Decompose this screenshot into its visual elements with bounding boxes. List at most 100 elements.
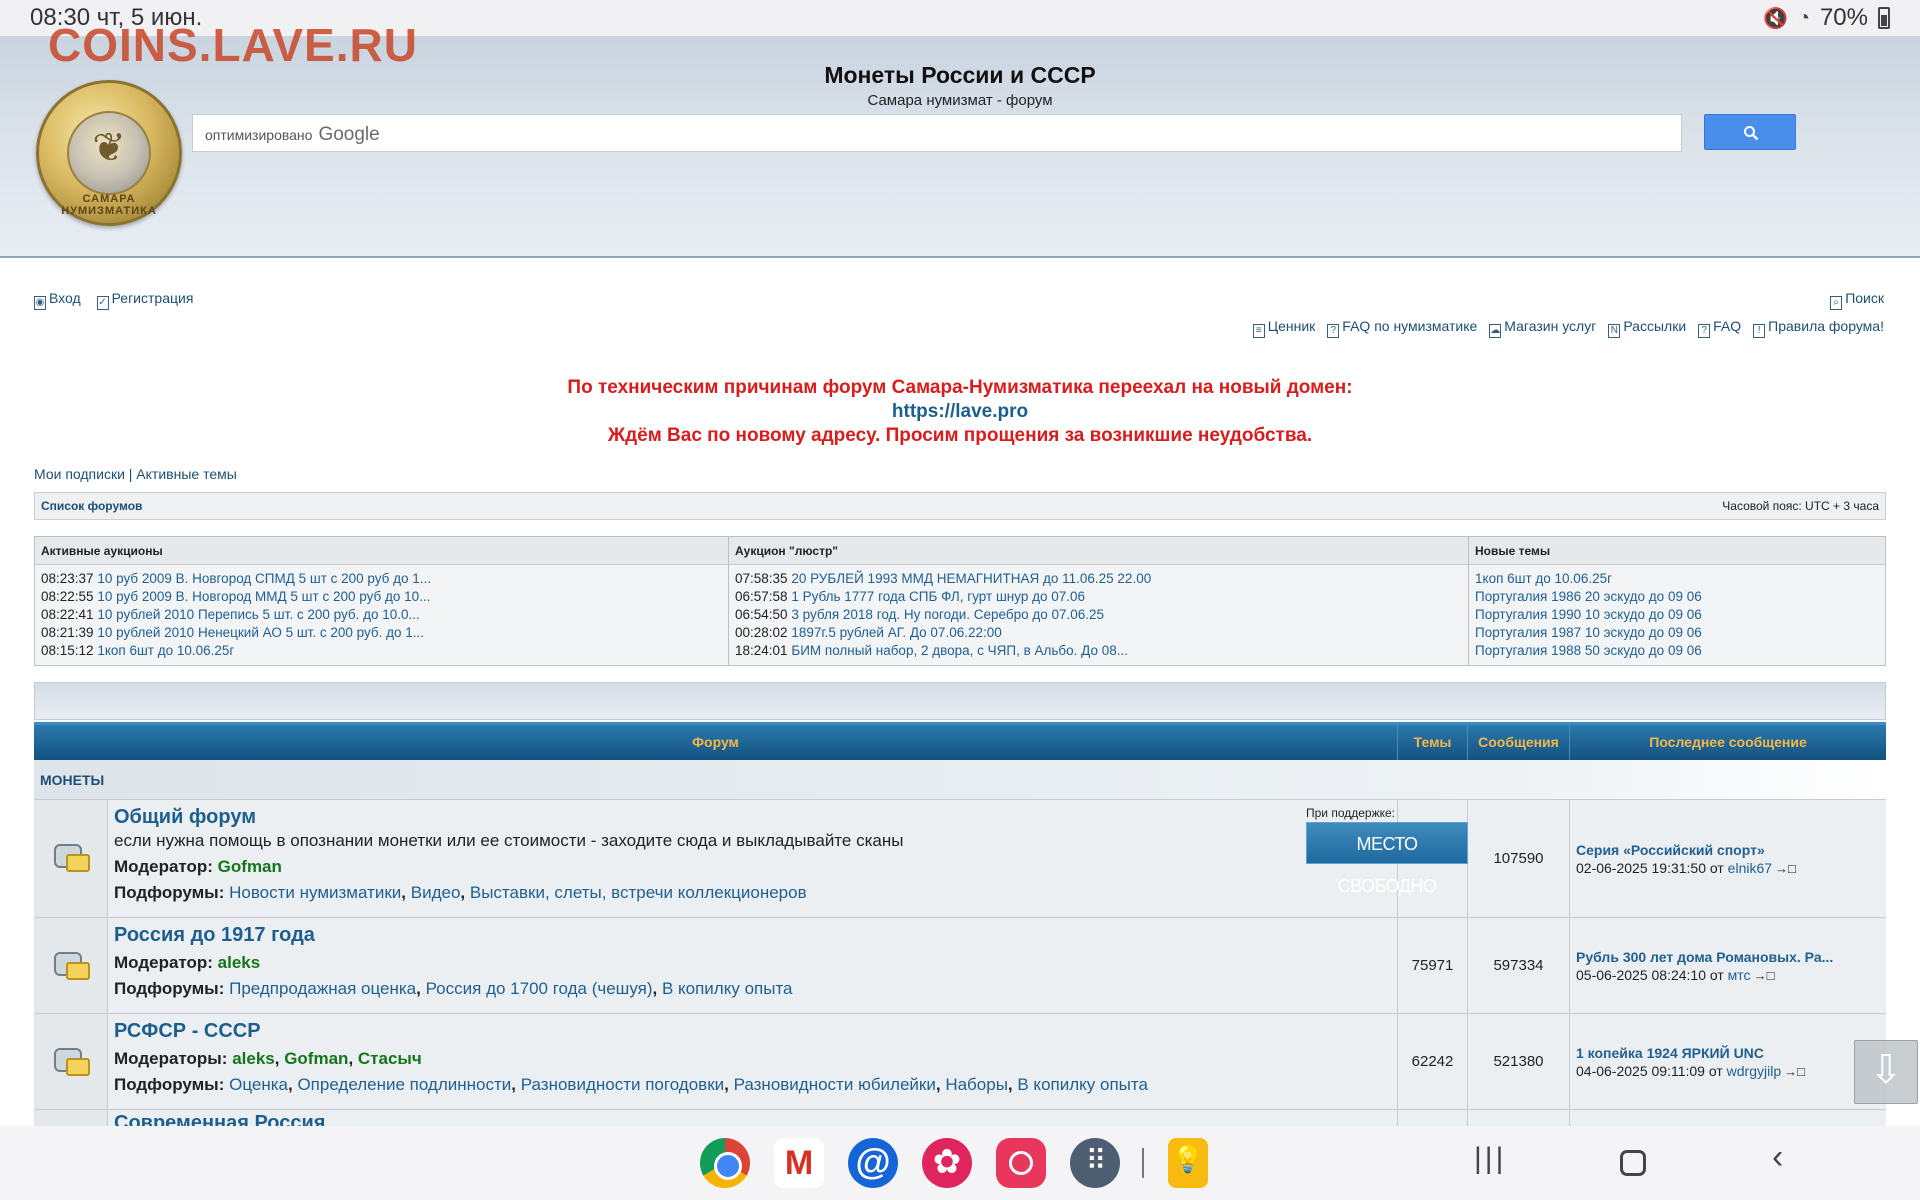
scroll-down-button[interactable]: ⇩ [1854, 1040, 1918, 1104]
auction-link[interactable]: 10 рублей 2010 Ненецкий АО 5 шт. с 200 р… [97, 625, 424, 640]
last-post: Серия «Российский спорт» 02-06-2025 19:3… [1570, 800, 1886, 917]
auction-link[interactable]: БИМ полный набор, 2 двора, с ЧЯП, в Альб… [791, 643, 1128, 658]
last-post-user[interactable]: wdrgyjilp [1727, 1063, 1781, 1079]
login-link[interactable]: ◉ Вход [34, 290, 81, 310]
auction-time: 08:15:12 [41, 643, 94, 658]
topic-link[interactable]: 1коп 6шт до 10.06.25г [1475, 571, 1612, 586]
forum-folder-icon [54, 842, 92, 874]
last-post: Рубль 300 лет дома Романовых. Ра... 05-0… [1570, 918, 1886, 1013]
auction-time: 08:22:41 [41, 607, 94, 622]
forum-title[interactable]: Россия до 1917 года [114, 924, 1391, 947]
arrow-down-icon: ⇩ [1869, 1048, 1903, 1092]
subforum-link[interactable]: Выставки, слеты, встречи коллекционеров [470, 883, 807, 902]
posts-count: 597334 [1468, 918, 1570, 1013]
category-row: МОНЕТЫ [34, 760, 1886, 800]
auction-row: 00:28:02 1897г.5 рублей АГ. До 07.06.22:… [735, 624, 1462, 642]
auction-link[interactable]: 10 рублей 2010 Перепись 5 шт. с 200 руб.… [97, 607, 419, 622]
auctions-panel: Активные аукционы 08:23:37 10 руб 2009 В… [34, 536, 1886, 666]
ad-banner[interactable]: МЕСТО СВОБОДНО [1306, 822, 1468, 896]
auction-link[interactable]: 3 рубля 2018 год. Ну погоди. Серебро до … [791, 607, 1104, 622]
battery-percent: 70% [1819, 4, 1868, 31]
keep-app-icon[interactable]: 💡 [1168, 1138, 1208, 1188]
subforum-link[interactable]: Разновидности погодовки [521, 1075, 724, 1094]
rules-link[interactable]: ! Правила форума! [1753, 318, 1884, 338]
topic-link[interactable]: Португалия 1986 20 эскудо до 09 06 [1475, 589, 1702, 604]
auction-time: 18:24:01 [735, 643, 788, 658]
moderator-link[interactable]: aleks [232, 1049, 275, 1068]
category-title[interactable]: МОНЕТЫ [40, 772, 104, 788]
subforum-link[interactable]: Наборы [945, 1075, 1008, 1094]
breadcrumb: Список форумов Часовой пояс: UTC + 3 час… [34, 492, 1886, 520]
auction-link[interactable]: 1897г.5 рублей АГ. До 07.06.22:00 [791, 625, 1001, 640]
home-button[interactable] [1620, 1150, 1646, 1176]
last-post-user[interactable]: elnik67 [1728, 860, 1772, 876]
last-post-link[interactable]: Рубль 300 лет дома Романовых. Ра... [1576, 949, 1880, 965]
auction-row: 08:23:37 10 руб 2009 В. Новгород СПМД 5 … [41, 570, 722, 588]
forum-row: Россия до 1917 года Модератор: aleks Под… [34, 918, 1886, 1014]
gallery-app-icon[interactable]: ✿ [922, 1138, 972, 1188]
recent-apps-button[interactable]: ||| [1474, 1142, 1506, 1176]
luster-auctions: Аукцион "люстр" 07:58:35 20 РУБЛЕЙ 1993 … [729, 537, 1469, 665]
auction-row: Португалия 1988 50 эскудо до 09 06 [1475, 642, 1879, 660]
register-link[interactable]: ✓ Регистрация [96, 290, 193, 310]
back-button[interactable]: ‹ [1772, 1138, 1783, 1177]
topics-count: 62242 [1398, 1014, 1468, 1109]
google-search-input[interactable]: оптимизировано Google [192, 114, 1682, 152]
last-post-link[interactable]: 1 копейка 1924 ЯРКИЙ UNC [1576, 1045, 1880, 1061]
shop-link[interactable]: ☁ Магазин услуг [1489, 318, 1596, 338]
last-post-user[interactable]: мтс [1728, 967, 1751, 983]
mail-app-icon[interactable]: @ [848, 1138, 898, 1188]
forum-title[interactable]: Общий форум [114, 806, 1391, 829]
subforum-link[interactable]: Оценка [229, 1075, 288, 1094]
subforum-link[interactable]: Видео [411, 883, 461, 902]
auction-row: 06:54:50 3 рубля 2018 год. Ну погоди. Се… [735, 606, 1462, 624]
auction-row: Португалия 1987 10 эскудо до 09 06 [1475, 624, 1879, 642]
subforum-link[interactable]: В копилку опыта [1017, 1075, 1148, 1094]
subforum-link[interactable]: Россия до 1700 года (чешуя) [426, 979, 653, 998]
moderator-link[interactable]: Стасыч [358, 1049, 422, 1068]
auction-link[interactable]: 10 руб 2009 В. Новгород СПМД 5 шт с 200 … [97, 571, 431, 586]
goto-post-icon[interactable]: →□ [1754, 968, 1775, 983]
pricelist-link[interactable]: ≡ Ценник [1252, 318, 1315, 338]
search-link[interactable]: ⌕ Поиск [1830, 290, 1884, 310]
numismatics-faq-link[interactable]: ? FAQ по нумизматике [1327, 318, 1477, 338]
new-domain-link[interactable]: https://lave.pro [0, 400, 1920, 424]
mailing-link[interactable]: N Рассылки [1608, 318, 1686, 338]
forum-list-link[interactable]: Список форумов [41, 499, 142, 513]
goto-post-icon[interactable]: →□ [1775, 861, 1796, 876]
auction-link[interactable]: 1 Рубль 1777 года СПБ ФЛ, гурт шнур до 0… [791, 589, 1085, 604]
subscriptions-links[interactable]: Мои подписки | Активные темы [34, 466, 237, 482]
last-post-link[interactable]: Серия «Российский спорт» [1576, 842, 1880, 858]
auction-link[interactable]: 20 РУБЛЕЙ 1993 ММД НЕМАГНИТНАЯ до 11.06.… [791, 571, 1151, 586]
topic-link[interactable]: Португалия 1988 50 эскудо до 09 06 [1475, 643, 1702, 658]
gmail-app-icon[interactable]: M [774, 1138, 824, 1188]
forum-moderators: Модераторы: aleks, Gofman, Стасыч [114, 1049, 422, 1068]
camera-app-icon[interactable] [996, 1138, 1046, 1188]
auction-link[interactable]: 1коп 6шт до 10.06.25г [97, 643, 234, 658]
auction-time: 08:23:37 [41, 571, 94, 586]
auction-link[interactable]: 10 руб 2009 В. Новгород ММД 5 шт с 200 р… [97, 589, 430, 604]
faq-link[interactable]: ? FAQ [1698, 318, 1741, 338]
subforum-link[interactable]: Разновидности юбилейки [734, 1075, 936, 1094]
moderator-link[interactable]: Gofman [284, 1049, 348, 1068]
goto-post-icon[interactable]: →□ [1784, 1064, 1805, 1079]
eagle-icon: ❦ [92, 126, 126, 170]
posts-count: 521380 [1468, 1014, 1570, 1109]
chrome-app-icon[interactable] [700, 1138, 750, 1188]
topic-link[interactable]: Португалия 1987 10 эскудо до 09 06 [1475, 625, 1702, 640]
topic-link[interactable]: Португалия 1990 10 эскудо до 09 06 [1475, 607, 1702, 622]
battery-icon [1878, 7, 1890, 29]
search-button[interactable] [1704, 114, 1796, 150]
faq-icon: ? [1327, 324, 1340, 338]
subforum-link[interactable]: Определение подлинности [297, 1075, 511, 1094]
app-drawer-icon[interactable]: ⠿ [1070, 1138, 1120, 1188]
watermark: COINS.LAVE.RU [48, 19, 418, 71]
col-last-post: Последнее сообщение [1649, 734, 1807, 750]
auction-row: Португалия 1986 20 эскудо до 09 06 [1475, 588, 1879, 606]
moderator-link[interactable]: Gofman [218, 857, 282, 876]
moderator-link[interactable]: aleks [218, 953, 261, 972]
subforum-link[interactable]: Новости нумизматики [229, 883, 401, 902]
subforum-link[interactable]: В копилку опыта [662, 979, 793, 998]
subforum-link[interactable]: Предпродажная оценка [229, 979, 416, 998]
forum-title[interactable]: РСФСР - СССР [114, 1020, 1391, 1043]
